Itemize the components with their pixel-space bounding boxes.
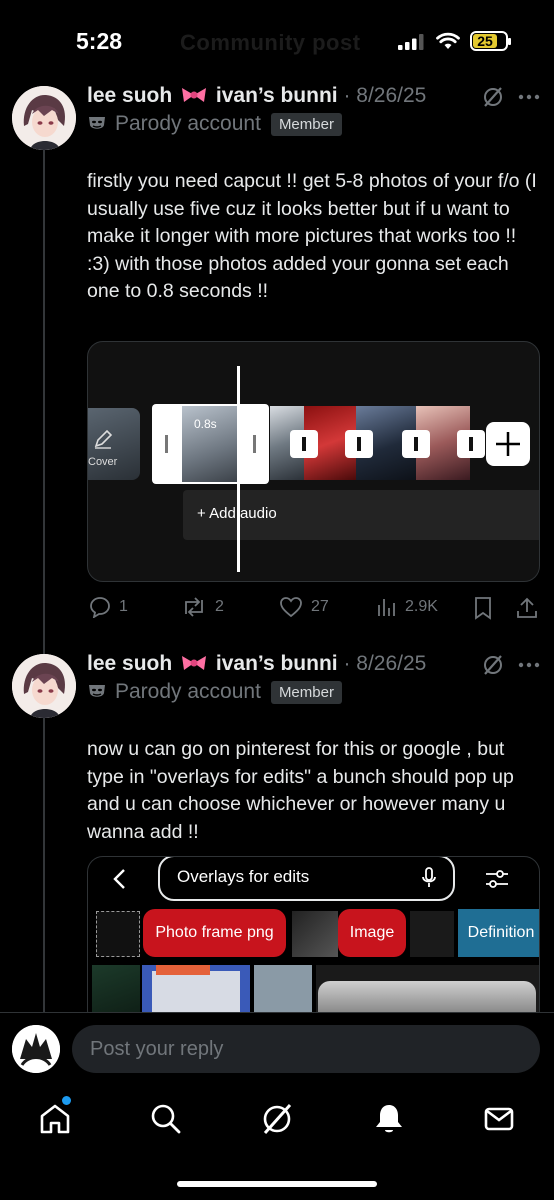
bow-emoji-icon — [182, 656, 207, 670]
header-title-behind: Community post — [180, 30, 361, 55]
post-text: firstly you need capcut !! get 5-8 photo… — [87, 170, 537, 302]
parody-label: Parody account — [115, 680, 261, 703]
back-chevron-icon — [113, 869, 125, 889]
author-name[interactable]: lee suoh — [87, 652, 172, 675]
notification-dot — [62, 1096, 71, 1105]
playhead[interactable] — [237, 366, 240, 572]
avatar-image — [12, 86, 76, 150]
reply-icon — [90, 597, 110, 618]
views-button[interactable]: 2.9K — [375, 596, 438, 618]
post-header-icons — [482, 86, 540, 108]
messages-envelope-icon[interactable] — [482, 1102, 516, 1136]
account-info-line: Parody account Member — [87, 111, 342, 137]
more-options-icon[interactable] — [518, 94, 540, 100]
filter-sliders-icon — [486, 870, 508, 888]
selected-clip[interactable]: 0.8s — [152, 404, 269, 484]
bookmark-icon[interactable] — [472, 596, 494, 620]
plus-icon — [496, 432, 520, 456]
cellular-signal-icon — [398, 34, 424, 50]
post-date[interactable]: · 8/26/25 — [343, 84, 426, 107]
views-chart-icon — [378, 599, 395, 616]
chip-thumbnail — [96, 911, 140, 957]
status-time: 5:28 — [76, 28, 123, 54]
author-line[interactable]: lee suoh ivan’s bunni · 8/26/25 — [87, 652, 426, 678]
battery-icon: 25 — [470, 31, 511, 51]
add-clip-button[interactable] — [486, 422, 530, 466]
author-name[interactable]: lee suoh — [87, 84, 172, 107]
post[interactable]: lee suoh ivan’s bunni · 8/26/25 Parody a… — [0, 652, 554, 1026]
view-count: 2.9K — [405, 598, 438, 615]
heart-icon — [280, 597, 302, 618]
home-indicator — [177, 1181, 377, 1187]
reply-count: 1 — [119, 598, 128, 615]
post-date[interactable]: · 8/26/25 — [343, 652, 426, 675]
transition-marker[interactable] — [290, 430, 318, 458]
post[interactable]: lee suoh ivan’s bunni · 8/26/25 Parody a… — [0, 84, 554, 644]
microphone-icon — [422, 867, 436, 887]
repost-button[interactable]: 2 — [181, 596, 224, 618]
transition-marker[interactable] — [345, 430, 373, 458]
cover-label: Cover — [88, 456, 118, 468]
author-line[interactable]: lee suoh ivan’s bunni · 8/26/25 — [87, 84, 426, 110]
member-badge: Member — [270, 112, 342, 136]
post-actions: 1 2 27 2.9K — [87, 596, 542, 622]
chip-thumbnail — [292, 911, 338, 957]
avatar-image — [12, 1025, 60, 1073]
grok-icon[interactable] — [482, 654, 504, 676]
chip-definition: Definition — [458, 909, 539, 957]
reply-button[interactable]: 1 — [89, 596, 128, 618]
share-icon[interactable] — [515, 596, 539, 620]
my-avatar[interactable] — [12, 1025, 60, 1073]
parody-mask-icon — [89, 685, 105, 697]
bow-emoji-icon — [182, 88, 207, 102]
post-header-icons — [482, 654, 540, 676]
notifications-bell-icon[interactable] — [372, 1102, 406, 1136]
reply-placeholder: Post your reply — [90, 1038, 224, 1060]
pencil-icon — [94, 429, 113, 449]
chip-thumbnail — [410, 911, 454, 957]
transition-marker[interactable] — [457, 430, 485, 458]
parody-label: Parody account — [115, 112, 261, 135]
post-image-capcut-timeline[interactable]: Cover 0.8s + Add audio — [87, 341, 540, 582]
reply-input[interactable]: Post your reply — [72, 1025, 540, 1073]
like-button[interactable]: 27 — [279, 596, 329, 618]
reply-composer: Post your reply — [0, 1012, 554, 1086]
grok-icon[interactable] — [260, 1102, 294, 1136]
parody-mask-icon — [89, 117, 105, 129]
pinterest-search-bar: Overlays for edits — [158, 857, 455, 901]
chip-image: Image — [338, 909, 406, 957]
trim-handle-right[interactable] — [253, 435, 256, 453]
avatar[interactable] — [12, 654, 76, 718]
chip-photo-frame-png: Photo frame png — [143, 909, 286, 957]
repost-icon — [185, 597, 203, 617]
wifi-icon — [436, 32, 460, 49]
repost-count: 2 — [215, 598, 224, 615]
transition-marker[interactable] — [402, 430, 430, 458]
post-text: now u can go on pinterest for this or go… — [87, 738, 514, 843]
author-name-suffix[interactable]: ivan’s bunni — [216, 84, 338, 107]
bottom-navigation — [0, 1086, 554, 1200]
search-icon[interactable] — [149, 1102, 183, 1136]
status-bar: Community post 5:28 25 — [0, 0, 554, 84]
home-icon[interactable] — [38, 1102, 72, 1136]
avatar-image — [12, 654, 76, 718]
grok-icon[interactable] — [482, 86, 504, 108]
clip-duration: 0.8s — [194, 417, 217, 431]
trim-handle-left[interactable] — [165, 435, 168, 453]
post-image-pinterest-search[interactable]: Overlays for edits Photo frame png Image… — [87, 856, 540, 1026]
battery-level: 25 — [477, 33, 493, 49]
like-count: 27 — [311, 598, 329, 615]
member-badge: Member — [270, 680, 342, 704]
pinterest-search-query: Overlays for edits — [177, 867, 310, 886]
account-info-line: Parody account Member — [87, 679, 342, 705]
avatar[interactable] — [12, 86, 76, 150]
more-options-icon[interactable] — [518, 662, 540, 668]
author-name-suffix[interactable]: ivan’s bunni — [216, 652, 338, 675]
